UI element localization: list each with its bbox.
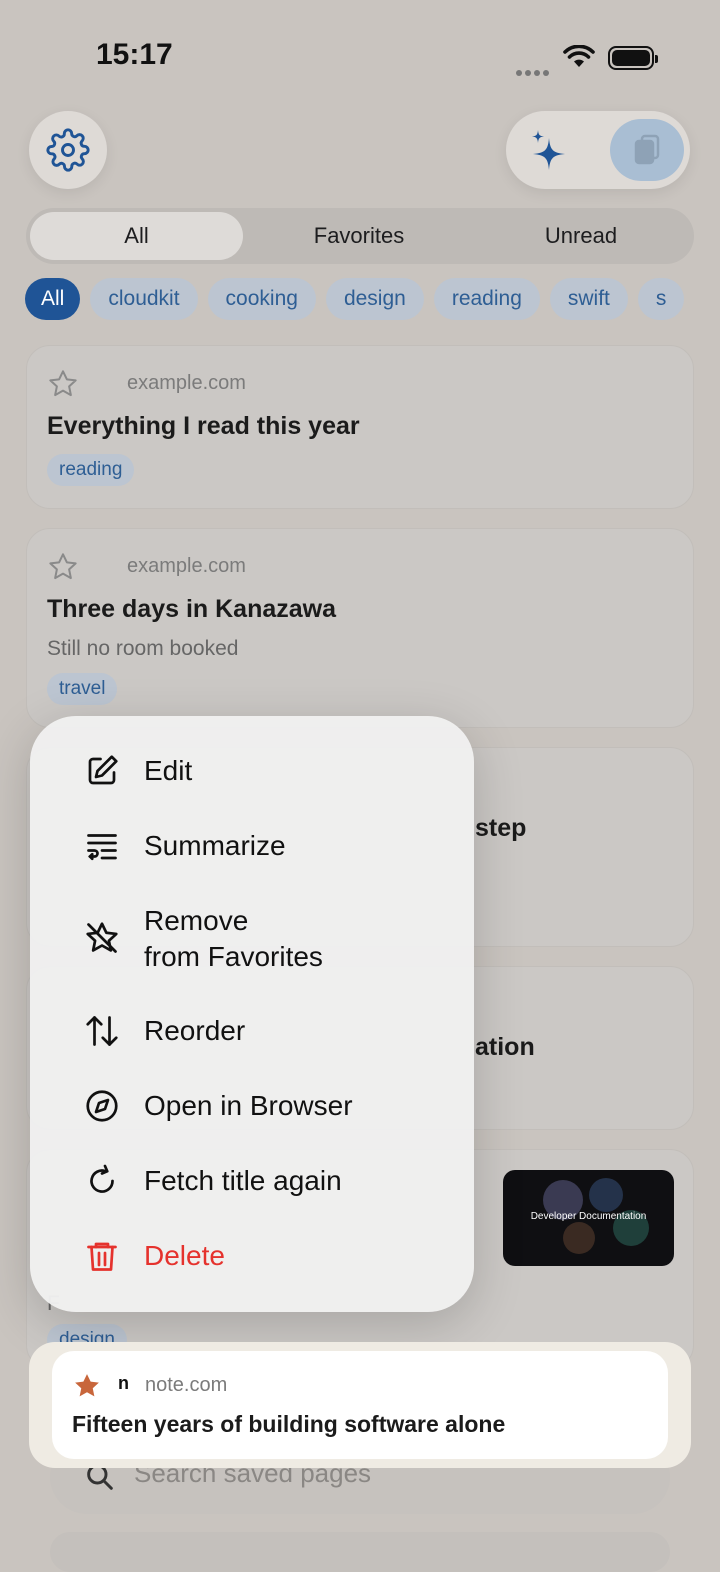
- tag-filter-row: All cloudkit cooking design reading swift s: [25, 278, 694, 322]
- site-favicon: n: [118, 1373, 129, 1393]
- tag-chip-partial[interactable]: s: [637, 278, 685, 320]
- menu-item-open-browser[interactable]: Open in Browser: [30, 1071, 474, 1141]
- menu-label-line2: from Favorites: [144, 941, 323, 972]
- preview-card[interactable]: n note.com Fifteen years of building sof…: [52, 1351, 668, 1459]
- menu-item-edit[interactable]: Edit: [30, 736, 474, 806]
- summarize-icon: [87, 834, 117, 861]
- star-slash-icon: [86, 922, 118, 953]
- card-domain: example.com: [127, 555, 246, 577]
- card-title: Three days in Kanazawa: [47, 595, 337, 623]
- context-menu: Edit Summarize Remove from Favorites Reo…: [30, 716, 474, 1312]
- next-card-peek: [50, 1532, 670, 1572]
- settings-button[interactable]: [29, 111, 107, 189]
- star-filled-icon[interactable]: [72, 1371, 102, 1401]
- segment-all[interactable]: All: [30, 212, 243, 260]
- preview-card-container: n note.com Fifteen years of building sof…: [29, 1342, 691, 1468]
- star-outline-icon[interactable]: [47, 368, 79, 400]
- menu-item-delete[interactable]: Delete: [30, 1221, 474, 1291]
- menu-label: Reorder: [144, 1015, 246, 1046]
- compass-icon: [86, 1090, 118, 1122]
- menu-item-summarize[interactable]: Summarize: [30, 811, 474, 881]
- menu-label: Summarize: [144, 830, 286, 861]
- card-title: Everything I read this year: [47, 412, 360, 440]
- card-subtitle: Still no room booked: [47, 637, 239, 660]
- tag-chip-swift[interactable]: swift: [549, 278, 628, 320]
- top-actions: [506, 111, 690, 189]
- menu-label: Edit: [144, 755, 193, 786]
- menu-label: Remove: [144, 905, 249, 936]
- segment-unread[interactable]: Unread: [471, 212, 691, 260]
- bookmark-card[interactable]: example.com Three days in Kanazawa Still…: [26, 528, 694, 728]
- card-title: ation: [475, 1033, 535, 1061]
- trash-icon: [87, 1242, 117, 1271]
- signal-icon: [516, 63, 552, 81]
- tag-chip-all[interactable]: All: [25, 278, 81, 320]
- menu-item-reorder[interactable]: Reorder: [30, 996, 474, 1066]
- paste-button[interactable]: [610, 119, 684, 181]
- menu-label: Fetch title again: [144, 1165, 342, 1196]
- card-title: step: [475, 814, 527, 842]
- ai-button[interactable]: [520, 123, 576, 179]
- battery-icon: [608, 46, 658, 70]
- clipboard-icon: [634, 134, 660, 165]
- card-tag[interactable]: travel: [47, 673, 118, 705]
- preview-domain: note.com: [145, 1374, 228, 1396]
- edit-icon: [88, 755, 118, 785]
- card-domain: example.com: [127, 372, 246, 394]
- sparkles-icon: [532, 130, 565, 170]
- tag-chip-cloudkit[interactable]: cloudkit: [90, 278, 198, 320]
- menu-item-remove-favorite[interactable]: Remove from Favorites: [30, 886, 474, 986]
- wifi-icon: [563, 45, 595, 67]
- refresh-icon: [90, 1164, 114, 1193]
- card-thumbnail: Developer Documentation: [503, 1170, 674, 1266]
- tag-chip-cooking[interactable]: cooking: [207, 278, 316, 320]
- tag-chip-reading[interactable]: reading: [433, 278, 540, 320]
- filter-segmented-control: All Favorites Unread: [26, 208, 694, 264]
- tag-chip-design[interactable]: design: [325, 278, 424, 320]
- preview-title: Fifteen years of building software alone: [72, 1411, 506, 1437]
- status-time: 15:17: [96, 38, 173, 71]
- thumbnail-caption: Developer Documentation: [530, 1211, 647, 1222]
- card-tag[interactable]: reading: [47, 454, 135, 486]
- gear-icon: [46, 128, 90, 172]
- reorder-arrows-icon: [86, 1016, 118, 1046]
- menu-label: Open in Browser: [144, 1090, 353, 1121]
- menu-label: Delete: [144, 1240, 225, 1271]
- segment-favorites[interactable]: Favorites: [249, 212, 469, 260]
- bookmark-card[interactable]: example.com Everything I read this year …: [26, 345, 694, 509]
- menu-item-fetch-title[interactable]: Fetch title again: [30, 1146, 474, 1216]
- star-outline-icon[interactable]: [47, 551, 79, 583]
